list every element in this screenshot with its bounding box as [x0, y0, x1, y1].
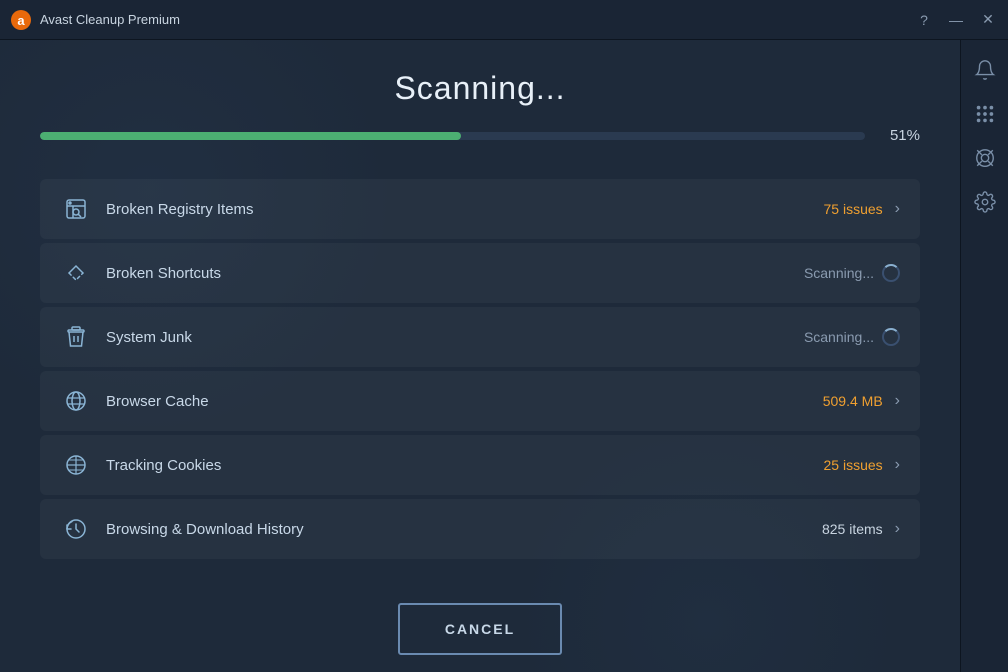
scan-items-list: Broken Registry Items 75 issues › Broken… [40, 179, 920, 563]
app-title: Avast Cleanup Premium [40, 12, 914, 27]
browser-cache-icon [60, 385, 92, 417]
sidebar [960, 40, 1008, 672]
content-area: Scanning... 51% [0, 40, 960, 672]
system-junk-spinner [882, 328, 900, 346]
tracking-cookies-chevron: › [895, 456, 900, 474]
broken-shortcuts-text: Scanning... [804, 265, 874, 281]
cancel-btn-container: CANCEL [398, 603, 562, 655]
broken-shortcuts-label: Broken Shortcuts [106, 265, 804, 282]
system-junk-label: System Junk [106, 329, 804, 346]
scan-item-browsing-history[interactable]: Browsing & Download History 825 items › [40, 499, 920, 559]
browser-cache-status: 509.4 MB › [823, 392, 900, 410]
system-junk-icon [60, 321, 92, 353]
minimize-button[interactable]: — [946, 10, 966, 30]
browser-cache-label: Browser Cache [106, 393, 823, 410]
system-junk-status: Scanning... [804, 328, 900, 346]
broken-registry-icon [60, 193, 92, 225]
window-controls: ? — ✕ [914, 10, 998, 30]
scan-item-broken-shortcuts[interactable]: Broken Shortcuts Scanning... [40, 243, 920, 303]
cancel-button[interactable]: CANCEL [398, 603, 562, 655]
broken-shortcuts-status: Scanning... [804, 264, 900, 282]
tracking-cookies-icon [60, 449, 92, 481]
settings-icon[interactable] [967, 184, 1003, 220]
notification-icon[interactable] [967, 52, 1003, 88]
browsing-history-chevron: › [895, 520, 900, 538]
tracking-cookies-label: Tracking Cookies [106, 457, 824, 474]
progress-fill [40, 132, 461, 140]
browsing-history-count: 825 items [822, 521, 883, 537]
scan-item-browser-cache[interactable]: Browser Cache 509.4 MB › [40, 371, 920, 431]
close-button[interactable]: ✕ [978, 10, 998, 30]
broken-registry-count: 75 issues [824, 201, 883, 217]
app-logo: a [10, 9, 32, 31]
tracking-cookies-count: 25 issues [824, 457, 883, 473]
grid-icon[interactable] [967, 96, 1003, 132]
main-container: Scanning... 51% [0, 40, 1008, 672]
svg-text:a: a [17, 13, 25, 28]
help-button[interactable]: ? [914, 10, 934, 30]
browsing-history-label: Browsing & Download History [106, 521, 822, 538]
title-bar: a Avast Cleanup Premium ? — ✕ [0, 0, 1008, 40]
browsing-history-status: 825 items › [822, 520, 900, 538]
broken-registry-status: 75 issues › [824, 200, 900, 218]
tracking-cookies-status: 25 issues › [824, 456, 900, 474]
scan-item-broken-registry[interactable]: Broken Registry Items 75 issues › [40, 179, 920, 239]
support-icon[interactable] [967, 140, 1003, 176]
broken-shortcuts-spinner [882, 264, 900, 282]
broken-registry-chevron: › [895, 200, 900, 218]
broken-registry-label: Broken Registry Items [106, 201, 824, 218]
progress-percent: 51% [880, 127, 920, 144]
broken-shortcuts-icon [60, 257, 92, 289]
system-junk-text: Scanning... [804, 329, 874, 345]
scan-item-tracking-cookies[interactable]: Tracking Cookies 25 issues › [40, 435, 920, 495]
scanning-title: Scanning... [394, 70, 565, 107]
browser-cache-chevron: › [895, 392, 900, 410]
progress-container: 51% [40, 127, 920, 144]
browser-cache-size: 509.4 MB [823, 393, 883, 409]
progress-track [40, 132, 865, 140]
browsing-history-icon [60, 513, 92, 545]
scan-item-system-junk[interactable]: System Junk Scanning... [40, 307, 920, 367]
